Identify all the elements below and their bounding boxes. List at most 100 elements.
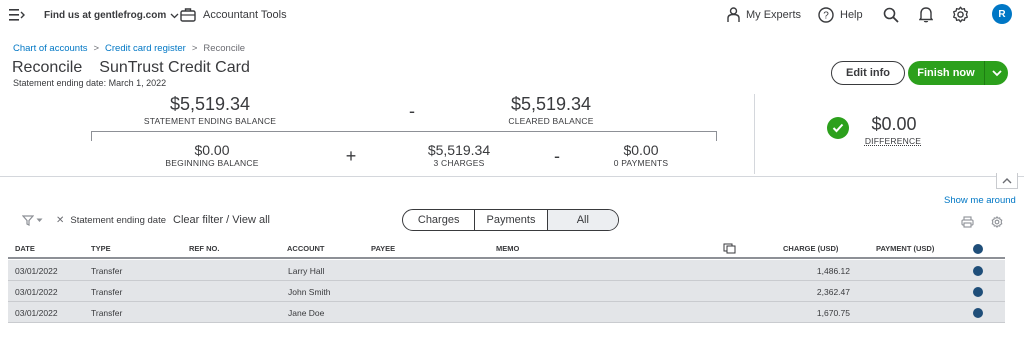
page-title: Reconcile SunTrust Credit Card — [12, 59, 250, 77]
account-name: SunTrust Credit Card — [99, 59, 250, 76]
edit-info-label: Edit info — [846, 67, 890, 79]
table-header: DATE TYPE REF NO. ACCOUNT PAYEE MEMO CHA… — [8, 238, 1005, 259]
chevron-down-icon — [170, 11, 179, 20]
table-row[interactable]: 03/01/2022 Transfer John Smith 2,362.47 — [8, 281, 1005, 302]
page-title-text: Reconcile — [12, 59, 83, 76]
gear-icon[interactable] — [991, 216, 1003, 228]
collapse-summary-button[interactable] — [996, 173, 1018, 189]
minus-operator: - — [554, 146, 560, 166]
breadcrumb-separator: > — [191, 43, 198, 54]
charges-label: 3 CHARGES — [433, 158, 485, 168]
statement-ending-balance-amount: $5,519.34 — [169, 94, 251, 114]
cell-charge: 1,670.75 — [816, 308, 850, 318]
hamburger-menu-icon[interactable] — [9, 8, 25, 22]
breadcrumb-chart-of-accounts[interactable]: Chart of accounts — [13, 43, 87, 54]
statement-ending-balance-label: STATEMENT ENDING BALANCE — [143, 116, 277, 126]
cell-charge: 1,486.12 — [816, 266, 850, 276]
top-bar: Find us at gentlefrog.com Accountant Too… — [0, 0, 1024, 32]
breadcrumb-current: Reconcile — [203, 43, 246, 54]
select-all-check-icon[interactable] — [973, 244, 983, 254]
find-us-menu[interactable]: Find us at gentlefrog.com — [44, 10, 179, 21]
briefcase-icon — [180, 7, 196, 22]
cell-account: Larry Hall — [288, 266, 325, 276]
close-icon[interactable]: ✕ — [56, 215, 64, 226]
cleared-check-icon[interactable] — [973, 308, 983, 318]
finish-now-label: Finish now — [917, 67, 975, 79]
column-header-memo[interactable]: MEMO — [496, 244, 519, 253]
cell-account: Jane Doe — [288, 308, 325, 318]
beginning-balance-label: BEGINNING BALANCE — [165, 158, 259, 168]
clear-filter-link[interactable]: Clear filter / View all — [173, 214, 270, 226]
filter-icon — [22, 215, 34, 226]
chevron-up-icon — [1002, 177, 1012, 184]
cell-date: 03/01/2022 — [15, 308, 58, 318]
help-button[interactable]: ? Help — [818, 7, 863, 23]
cleared-check-icon[interactable] — [973, 287, 983, 297]
cell-date: 03/01/2022 — [15, 287, 58, 297]
my-experts-label: My Experts — [746, 9, 802, 21]
finish-now-button[interactable]: Finish now — [908, 61, 984, 85]
svg-text:?: ? — [823, 11, 829, 22]
statement-date: Statement ending date: March 1, 2022 — [13, 78, 167, 88]
cleared-balance-amount: $5,519.34 — [510, 94, 592, 114]
finish-now-dropdown-button[interactable] — [984, 61, 1008, 85]
plus-operator: + — [345, 146, 357, 166]
payments-label: 0 PAYMENTS — [613, 158, 669, 168]
minus-operator: - — [409, 101, 415, 121]
edit-info-button[interactable]: Edit info — [831, 61, 905, 85]
difference-check-icon — [827, 117, 849, 139]
table-row[interactable]: 03/01/2022 Transfer Larry Hall 1,486.12 — [8, 260, 1005, 281]
column-header-account[interactable]: ACCOUNT — [287, 244, 325, 253]
charges-amount: $5,519.34 — [427, 142, 491, 158]
find-us-label: Find us at gentlefrog.com — [44, 10, 167, 21]
cell-type: Transfer — [91, 287, 123, 297]
gear-icon[interactable] — [952, 6, 969, 23]
filter-chip: ✕ Statement ending date — [56, 215, 166, 226]
tab-charges[interactable]: Charges — [403, 210, 476, 230]
printer-icon[interactable] — [961, 216, 974, 228]
table-row[interactable]: 03/01/2022 Transfer Jane Doe 1,670.75 — [8, 302, 1005, 323]
tab-payments[interactable]: Payments — [475, 210, 548, 230]
difference-label: DIFFERENCE — [864, 136, 922, 146]
chevron-down-icon — [36, 218, 43, 223]
accountant-tools-button[interactable]: Accountant Tools — [180, 7, 287, 22]
payments-amount: $0.00 — [623, 142, 659, 158]
avatar-initial: R — [998, 8, 1006, 20]
difference-amount: $0.00 — [871, 114, 917, 134]
summary-bracket — [91, 131, 717, 141]
help-circle-icon: ? — [818, 7, 834, 23]
avatar[interactable]: R — [992, 4, 1012, 24]
person-icon — [727, 7, 740, 23]
breadcrumb: Chart of accounts > Credit card register… — [13, 43, 245, 54]
accountant-tools-label: Accountant Tools — [203, 8, 287, 21]
chevron-down-icon — [991, 69, 1002, 77]
section-divider — [0, 176, 1024, 177]
cleared-check-icon[interactable] — [973, 266, 983, 276]
summary-divider — [754, 94, 755, 174]
help-label: Help — [840, 9, 863, 21]
my-experts-button[interactable]: My Experts — [727, 7, 801, 23]
column-header-date[interactable]: DATE — [15, 244, 35, 253]
cell-account: John Smith — [288, 287, 331, 297]
search-icon[interactable] — [883, 7, 899, 23]
column-header-payee[interactable]: PAYEE — [371, 244, 395, 253]
column-header-ref-no[interactable]: REF NO. — [189, 244, 219, 253]
cell-type: Transfer — [91, 266, 123, 276]
show-me-around-link[interactable]: Show me around — [944, 195, 1016, 206]
column-header-charge[interactable]: CHARGE (USD) — [783, 244, 838, 253]
filter-button[interactable] — [22, 215, 43, 226]
column-header-type[interactable]: TYPE — [91, 244, 111, 253]
column-header-payment[interactable]: PAYMENT (USD) — [876, 244, 934, 253]
cleared-balance-label: CLEARED BALANCE — [508, 116, 594, 126]
cell-date: 03/01/2022 — [15, 266, 58, 276]
cell-charge: 2,362.47 — [816, 287, 850, 297]
tab-all[interactable]: All — [547, 210, 618, 230]
bell-icon[interactable] — [919, 6, 933, 23]
beginning-balance-amount: $0.00 — [194, 142, 230, 158]
cell-type: Transfer — [91, 308, 123, 318]
filter-chip-label: Statement ending date — [70, 215, 166, 226]
copy-icon[interactable] — [723, 243, 736, 254]
breadcrumb-credit-card-register[interactable]: Credit card register — [105, 43, 186, 54]
breadcrumb-separator: > — [93, 43, 100, 54]
transaction-type-tabs: Charges Payments All — [402, 209, 619, 231]
